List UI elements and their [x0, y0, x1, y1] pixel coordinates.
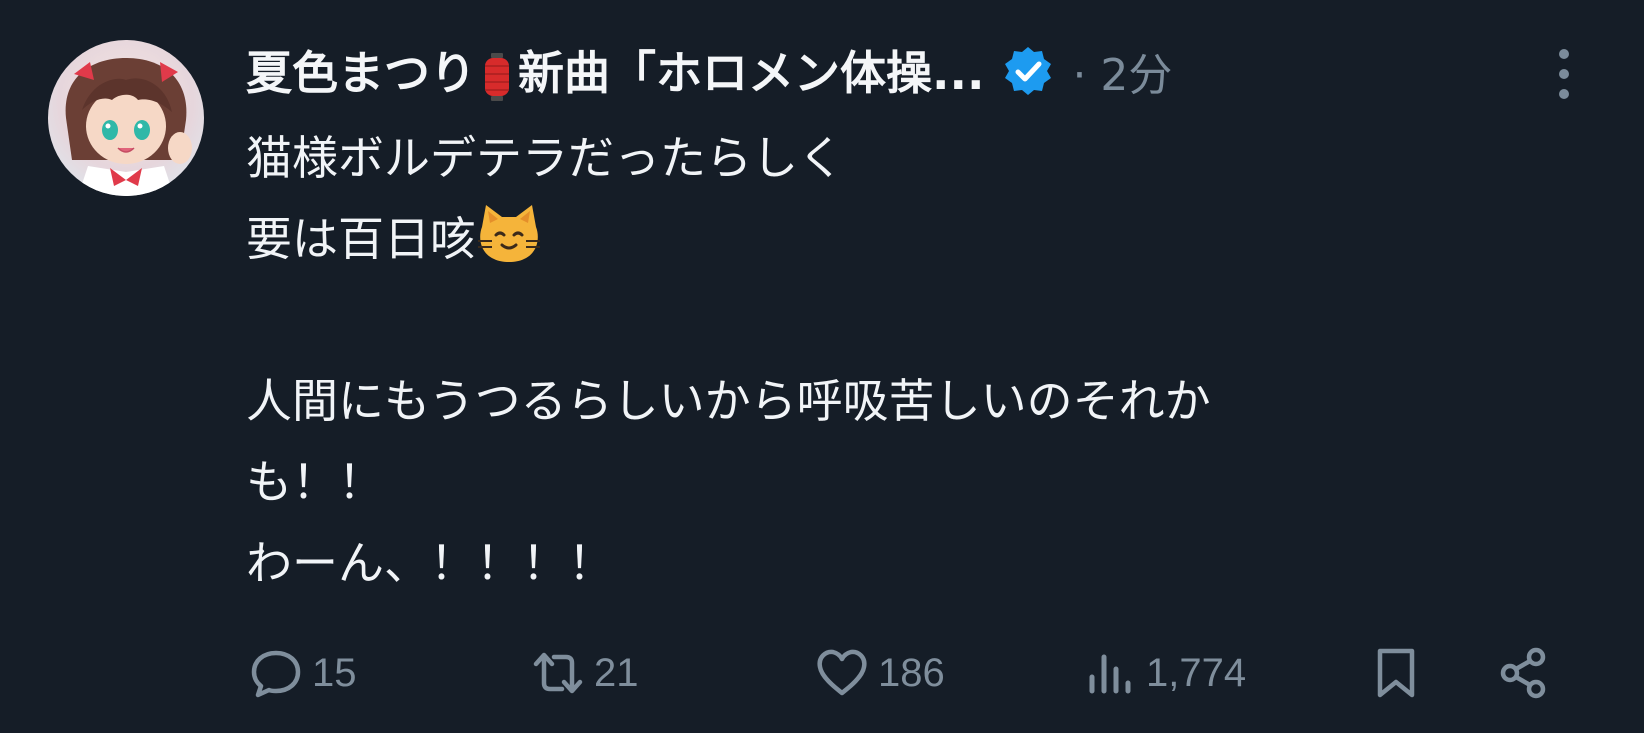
tweet-text: 猫様ボルデテラだったらしく 要は百日咳 人間にもうつるらしいから呼吸苦しいのそれ… — [246, 118, 1606, 604]
avatar[interactable] — [48, 40, 204, 196]
bar-chart-icon — [1089, 654, 1131, 694]
display-name[interactable]: 夏色まつり 新曲「ホロメン体操... — [246, 37, 984, 105]
repost-count: 21 — [594, 650, 639, 695]
like-count: 186 — [878, 650, 945, 695]
tweet-header: 夏色まつり 新曲「ホロメン体操... · 2分 — [246, 34, 1172, 108]
red-paper-lantern-icon — [482, 49, 512, 105]
display-name-suffix: 新曲「ホロメン体操... — [518, 46, 985, 101]
share-button[interactable] — [1496, 642, 1560, 704]
share-icon — [1500, 647, 1546, 699]
reply-count: 15 — [312, 650, 357, 695]
tweet-line-1: 猫様ボルデテラだったらしく — [246, 131, 844, 185]
display-name-text: 夏色まつり — [246, 46, 476, 101]
reply-button[interactable]: 15 — [248, 642, 357, 704]
views-button[interactable]: 1,774 — [1082, 642, 1246, 704]
bookmark-button[interactable] — [1368, 642, 1432, 704]
repost-icon — [533, 652, 583, 694]
verified-badge-icon — [1005, 47, 1052, 95]
tweet-line-2: 要は百日咳 — [246, 212, 476, 266]
cat-face-icon — [476, 203, 542, 265]
view-count: 1,774 — [1146, 650, 1247, 695]
repost-button[interactable]: 21 — [530, 642, 639, 704]
tweet-line-5: も！！ — [246, 455, 384, 509]
tweet-card[interactable]: 夏色まつり 新曲「ホロメン体操... · 2分 猫様ボルデテラだったらしく 要は… — [0, 0, 1644, 733]
tweet-line-4: 人間にもうつるらしいから呼吸苦しいのそれか — [246, 374, 1211, 428]
timestamp[interactable]: · 2分 — [1072, 39, 1172, 103]
reply-icon — [251, 650, 301, 698]
tweet-line-6: わーん、！！！！ — [246, 536, 614, 590]
bookmark-icon — [1377, 648, 1415, 698]
like-button[interactable]: 186 — [814, 642, 945, 704]
heart-icon — [817, 649, 867, 696]
more-options-icon[interactable] — [1552, 46, 1576, 102]
